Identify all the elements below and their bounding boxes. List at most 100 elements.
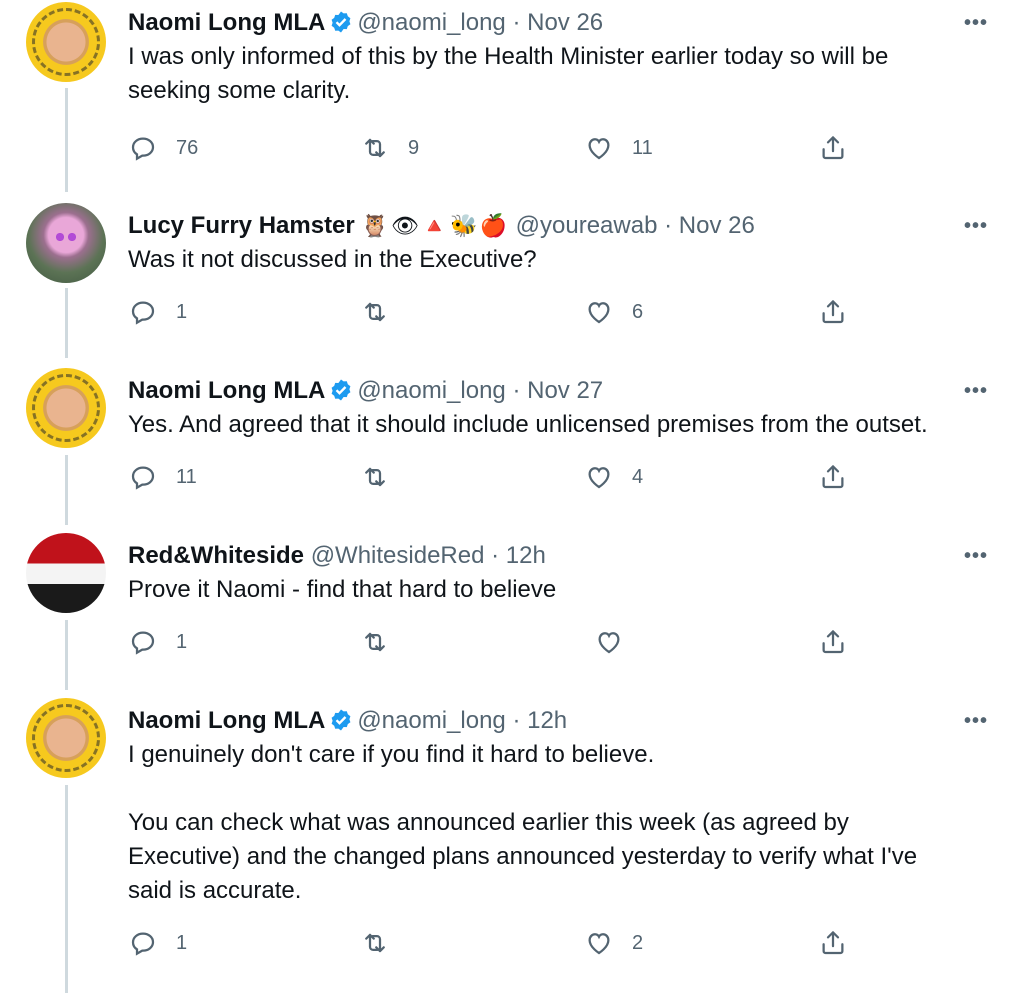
verified-badge-icon [331, 709, 351, 731]
retweet-button[interactable] [360, 622, 408, 662]
tweet-text: Was it not discussed in the Executive? [128, 246, 537, 273]
heart-icon [588, 138, 610, 160]
like-button[interactable]: 4 [584, 457, 643, 497]
retweet-button[interactable] [360, 457, 408, 497]
avatar[interactable] [26, 203, 106, 283]
share-button[interactable] [818, 923, 848, 963]
retweet-icon [365, 302, 385, 322]
share-button[interactable] [818, 457, 848, 497]
like-button[interactable]: 11 [584, 128, 653, 168]
tweet[interactable]: Naomi Long MLA @naomi_long · Nov 27 ••• Y… [0, 368, 1024, 528]
heart-icon [598, 632, 620, 654]
tweet-header: Naomi Long MLA @naomi_long · Nov 26 [128, 8, 603, 38]
retweet-icon [365, 467, 385, 487]
retweet-count: 9 [408, 136, 420, 159]
name-emoji: 🐝 [450, 213, 478, 238]
like-count: 11 [632, 136, 653, 159]
like-count: 4 [632, 465, 644, 488]
share-button[interactable] [818, 128, 848, 168]
author-name[interactable]: Naomi Long MLA [128, 707, 325, 734]
timestamp[interactable]: 12h [506, 542, 546, 569]
avatar[interactable] [26, 698, 106, 778]
tweet-text: I was only informed of this by the Healt… [128, 43, 889, 104]
timestamp[interactable]: Nov 26 [679, 212, 755, 239]
reply-icon [131, 932, 155, 956]
tweet-header: Lucy Furry Hamster 🦉👁🔺🐝🍎 @youreawab · No… [128, 211, 755, 241]
share-button[interactable] [818, 622, 848, 662]
name-emoji: 👁 [390, 213, 419, 238]
tweet-actions: 1 2 [128, 923, 868, 963]
tweet-actions: 1 6 [128, 292, 868, 332]
tweet-actions: 76 9 11 [128, 128, 868, 168]
author-handle[interactable]: @naomi_long [357, 377, 505, 404]
reply-count: 1 [176, 630, 188, 653]
timestamp[interactable]: Nov 26 [527, 9, 603, 36]
like-button[interactable]: 2 [584, 923, 643, 963]
tweet-header: Red&Whiteside @WhitesideRed · 12h [128, 541, 546, 571]
tweet[interactable]: Red&Whiteside @WhitesideRed · 12h ••• Pr… [0, 533, 1024, 693]
verified-badge-icon [331, 379, 351, 401]
tweet-text: I genuinely don't care if you find it ha… [128, 741, 918, 904]
retweet-button[interactable] [360, 923, 408, 963]
more-options-icon[interactable]: ••• [964, 215, 988, 238]
separator-dot: · [664, 212, 673, 239]
retweet-icon [365, 632, 385, 652]
like-button[interactable]: 6 [584, 292, 643, 332]
tweet[interactable]: Naomi Long MLA @naomi_long · Nov 26 ••• I… [0, 0, 1024, 180]
timestamp[interactable]: 12h [527, 707, 567, 734]
tweet[interactable]: Naomi Long MLA @naomi_long · 12h ••• I ge… [0, 698, 1024, 993]
heart-icon [588, 467, 610, 489]
tweet-text: Yes. And agreed that it should include u… [128, 411, 928, 438]
author-handle[interactable]: @WhitesideRed [311, 542, 485, 569]
more-options-icon[interactable]: ••• [964, 380, 988, 403]
tweet-actions: 11 4 [128, 457, 868, 497]
tweet-actions: 1 [128, 622, 868, 662]
more-options-icon[interactable]: ••• [964, 545, 988, 568]
more-options-icon[interactable]: ••• [964, 710, 988, 733]
share-icon [822, 136, 844, 160]
like-count: 2 [632, 931, 644, 954]
reply-button[interactable]: 76 [128, 128, 198, 168]
reply-button[interactable]: 1 [128, 622, 187, 662]
share-button[interactable] [818, 292, 848, 332]
share-icon [822, 630, 844, 654]
separator-dot: · [512, 9, 521, 36]
reply-icon [131, 137, 155, 161]
author-handle[interactable]: @youreawab [516, 212, 658, 239]
separator-dot: · [512, 707, 521, 734]
retweet-icon [365, 933, 385, 953]
author-handle[interactable]: @naomi_long [357, 9, 505, 36]
author-name[interactable]: Naomi Long MLA [128, 377, 325, 404]
more-options-icon[interactable]: ••• [964, 12, 988, 35]
reply-count: 1 [176, 300, 188, 323]
separator-dot: · [491, 542, 500, 569]
heart-icon [588, 933, 610, 955]
avatar[interactable] [26, 2, 106, 82]
avatar[interactable] [26, 368, 106, 448]
verified-badge-icon [331, 11, 351, 33]
like-count: 6 [632, 300, 644, 323]
avatar[interactable] [26, 533, 106, 613]
like-button[interactable] [594, 622, 642, 662]
reply-icon [131, 466, 155, 490]
name-emoji: 🦉 [361, 213, 389, 238]
reply-button[interactable]: 11 [128, 457, 197, 497]
reply-button[interactable]: 1 [128, 923, 187, 963]
retweet-icon [365, 138, 385, 158]
separator-dot: · [512, 377, 521, 404]
reply-button[interactable]: 1 [128, 292, 187, 332]
tweet-text: Prove it Naomi - find that hard to belie… [128, 576, 557, 603]
share-icon [822, 300, 844, 324]
author-name[interactable]: Naomi Long MLA [128, 9, 325, 36]
author-handle[interactable]: @naomi_long [357, 707, 505, 734]
tweet[interactable]: Lucy Furry Hamster 🦉👁🔺🐝🍎 @youreawab · No… [0, 203, 1024, 363]
author-name[interactable]: Lucy Furry Hamster [128, 212, 355, 239]
retweet-button[interactable]: 9 [360, 128, 419, 168]
name-emoji: 🔺 [420, 213, 449, 238]
timestamp[interactable]: Nov 27 [527, 377, 603, 404]
author-name[interactable]: Red&Whiteside [128, 542, 304, 569]
reply-count: 11 [176, 465, 197, 488]
heart-icon [588, 302, 610, 324]
tweet-header: Naomi Long MLA @naomi_long · Nov 27 [128, 376, 603, 406]
retweet-button[interactable] [360, 292, 408, 332]
